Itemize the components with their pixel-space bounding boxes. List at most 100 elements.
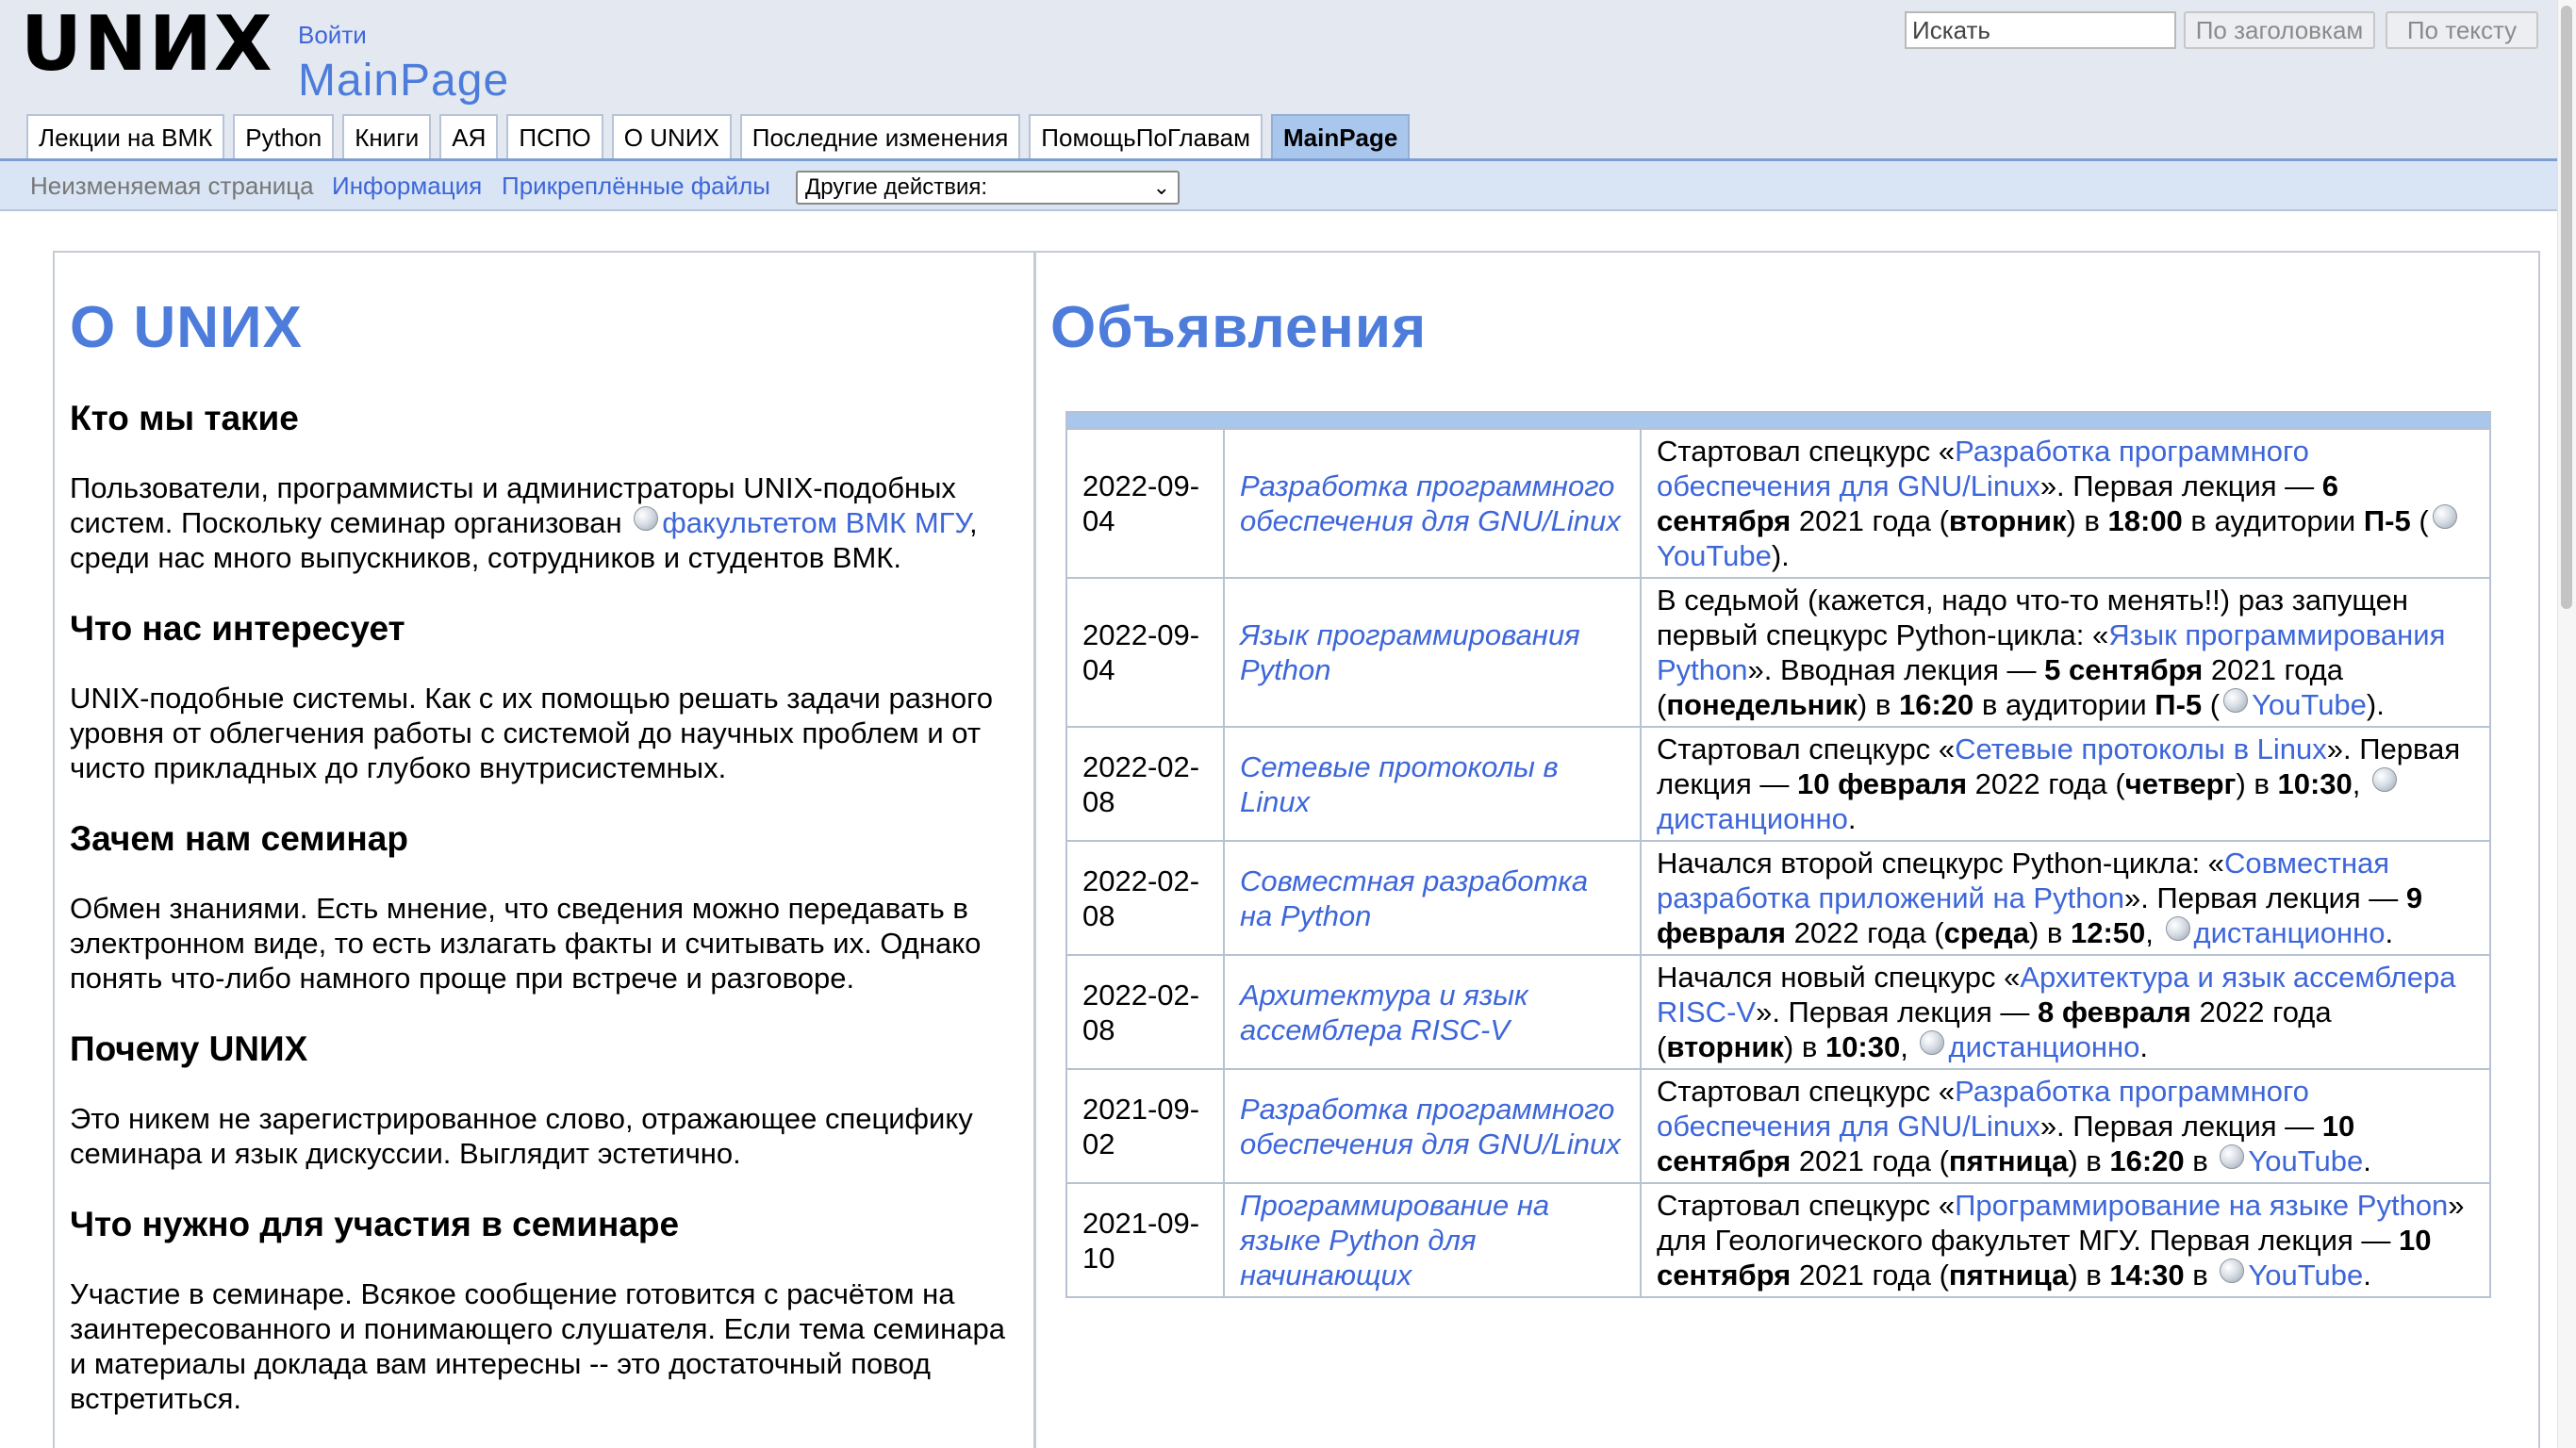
globe-icon bbox=[2372, 767, 2398, 792]
inline-link[interactable]: дистанционно bbox=[1948, 1030, 2139, 1063]
tab-aya[interactable]: АЯ bbox=[439, 114, 499, 159]
inline-link[interactable]: Программирование на языке Python bbox=[1955, 1189, 2448, 1222]
info-link[interactable]: Информация bbox=[332, 172, 482, 201]
text-fragment: Обмен знаниями. Есть мнение, что сведени… bbox=[70, 892, 982, 995]
text-fragment: ». Первая лекция — bbox=[2123, 881, 2406, 914]
page: UNИX Войти MainPage По заголовкам По тек… bbox=[0, 0, 2576, 1448]
announcement-text: Стартовал спецкурс «Сетевые протоколы в … bbox=[1640, 726, 2491, 842]
announcement-date: 2021-09-02 bbox=[1065, 1068, 1225, 1184]
inline-link[interactable]: Сетевые протоколы в Linux bbox=[1955, 732, 2327, 765]
attachments-link[interactable]: Прикреплённые файлы bbox=[502, 172, 770, 201]
bold-text: среда bbox=[1943, 916, 2029, 949]
text-fragment: UNIX-подобные системы. Как с их помощью … bbox=[70, 682, 994, 784]
tab-lectures-vmk[interactable]: Лекции на ВМК bbox=[26, 114, 225, 159]
tab-help-by-chapter[interactable]: ПомощьПоГлавам bbox=[1029, 114, 1263, 159]
text-fragment: ). bbox=[2366, 688, 2385, 721]
table-row: 2022-02-08 Сетевые протоколы в Linux Старт… bbox=[1065, 726, 2491, 842]
bold-text: 10:30 bbox=[1825, 1030, 1901, 1063]
text-fragment: Это никем не зарегистрированное слово, о… bbox=[70, 1102, 973, 1170]
text-fragment: в аудитории bbox=[2182, 504, 2364, 537]
section-heading: Почему UNИX bbox=[70, 1029, 308, 1068]
text-fragment: ) в bbox=[2068, 1259, 2110, 1292]
tab-mainpage[interactable]: MainPage bbox=[1270, 114, 1411, 159]
text-fragment: ». Первая лекция — bbox=[2039, 1110, 2322, 1143]
announcements-table: 2022-09-04 Разработка программного обеспе… bbox=[1065, 428, 2491, 1298]
course-link[interactable]: Архитектура и язык ассемблера RISC-V bbox=[1240, 979, 1528, 1046]
inline-link[interactable]: факультетом ВМК МГУ bbox=[662, 506, 969, 539]
course-link[interactable]: Разработка программного обеспечения для … bbox=[1240, 1093, 1621, 1160]
globe-icon bbox=[2165, 916, 2190, 941]
page-title[interactable]: MainPage bbox=[298, 55, 509, 107]
section-heading: Зачем нам семинар bbox=[70, 819, 408, 858]
section-paragraph: Пользователи, программисты и администрат… bbox=[70, 470, 1022, 575]
text-fragment: ) в bbox=[2028, 916, 2071, 949]
globe-icon bbox=[2432, 504, 2457, 529]
header: UNИX Войти MainPage По заголовкам По тек… bbox=[0, 0, 2557, 161]
announcement-text: Стартовал спецкурс «Разработка программн… bbox=[1640, 428, 2491, 579]
course-link[interactable]: Программирование на языке Python для нач… bbox=[1240, 1189, 1549, 1292]
announcement-text: В седьмой (кажется, надо что-то менять!!… bbox=[1640, 577, 2491, 728]
announcement-date: 2022-09-04 bbox=[1065, 428, 1225, 579]
inline-link[interactable]: дистанционно bbox=[2194, 916, 2386, 949]
chevron-down-icon: ⌄ bbox=[1152, 175, 1170, 199]
about-sections: Кто мы такие Пользователи, программисты и… bbox=[70, 399, 1022, 1416]
section-paragraph: Участие в семинаре. Всякое сообщение гот… bbox=[70, 1276, 1022, 1416]
tab-python[interactable]: Python bbox=[233, 114, 335, 159]
course-link[interactable]: Сетевые протоколы в Linux bbox=[1240, 750, 1559, 818]
text-fragment: Стартовал спецкурс « bbox=[1657, 1075, 1956, 1108]
tab-pspo[interactable]: ПСПО bbox=[506, 114, 603, 159]
section-heading: Что нас интересует bbox=[70, 609, 405, 648]
table-row: 2022-02-08 Совместная разработка на Pytho… bbox=[1065, 840, 2491, 956]
bold-text: 18:00 bbox=[2107, 504, 2183, 537]
section-heading: Что нужно для участия в семинаре bbox=[70, 1205, 680, 1243]
inline-link[interactable]: YouTube bbox=[2248, 1259, 2363, 1292]
text-fragment: 2021 года ( bbox=[1791, 504, 1949, 537]
search-titles-button[interactable]: По заголовкам bbox=[2184, 11, 2375, 49]
tab-about-unix[interactable]: О UNИX bbox=[611, 114, 732, 159]
bold-text: 12:50 bbox=[2071, 916, 2146, 949]
bold-text: четверг bbox=[2124, 767, 2237, 800]
course-link[interactable]: Совместная разработка на Python bbox=[1240, 864, 1588, 932]
text-fragment: ) в bbox=[1857, 688, 1899, 721]
announcement-text: Стартовал спецкурс «Разработка программн… bbox=[1640, 1068, 2491, 1184]
globe-icon bbox=[634, 506, 659, 531]
text-fragment: Начался новый спецкурс « bbox=[1657, 961, 2021, 994]
course-link-cell: Разработка программного обеспечения для … bbox=[1223, 428, 1642, 579]
scrollbar-thumb[interactable] bbox=[2561, 6, 2572, 609]
search-input[interactable] bbox=[1905, 11, 2176, 49]
announcement-date: 2022-09-04 bbox=[1065, 577, 1225, 728]
bold-text: 16:20 bbox=[2109, 1144, 2185, 1177]
table-row: 2022-09-04 Разработка программного обеспе… bbox=[1065, 428, 2491, 579]
section-paragraph: UNIX-подобные системы. Как с их помощью … bbox=[70, 681, 1022, 785]
course-link[interactable]: Разработка программного обеспечения для … bbox=[1240, 469, 1621, 537]
tab-bar: Лекции на ВМК Python Книги АЯ ПСПО О UNИ… bbox=[26, 114, 1411, 161]
text-fragment: 2022 года ( bbox=[1785, 916, 1944, 949]
search-text-button[interactable]: По тексту bbox=[2386, 11, 2538, 49]
text-fragment: ). bbox=[1771, 539, 1790, 572]
inline-link[interactable]: дистанционно bbox=[1657, 802, 1848, 835]
course-link-cell: Совместная разработка на Python bbox=[1223, 840, 1642, 956]
text-fragment: , bbox=[2352, 767, 2370, 800]
site-logo[interactable]: UNИX bbox=[21, 2, 274, 87]
other-actions-select[interactable]: Другие действия: ⌄ bbox=[796, 171, 1180, 205]
page-actions-bar: Неизменяемая страница Информация Прикреп… bbox=[0, 161, 2557, 211]
bold-text: пятница bbox=[1948, 1259, 2069, 1292]
text-fragment: ) в bbox=[2068, 1144, 2110, 1177]
course-link-cell: Сетевые протоколы в Linux bbox=[1223, 726, 1642, 842]
announcement-text: Стартовал спецкурс «Программирование на … bbox=[1640, 1182, 2491, 1298]
announcement-date: 2022-02-08 bbox=[1065, 840, 1225, 956]
text-fragment: ) в bbox=[2236, 767, 2278, 800]
login-link[interactable]: Войти bbox=[298, 21, 367, 50]
inline-link[interactable]: YouTube bbox=[2248, 1144, 2363, 1177]
announcements-heading: Объявления bbox=[1050, 295, 1428, 360]
tab-recent-changes[interactable]: Последние изменения bbox=[739, 114, 1021, 159]
text-fragment: в bbox=[2184, 1259, 2217, 1292]
inline-link[interactable]: YouTube bbox=[2252, 688, 2367, 721]
bold-text: П-5 bbox=[2363, 504, 2411, 537]
course-link[interactable]: Язык программирования Python bbox=[1240, 618, 1580, 686]
inline-link[interactable]: YouTube bbox=[1657, 539, 1772, 572]
tab-books[interactable]: Книги bbox=[342, 114, 432, 159]
text-fragment: . bbox=[2363, 1259, 2371, 1292]
column-divider bbox=[1033, 251, 1036, 1448]
announcement-text: Начался новый спецкурс «Архитектура и яз… bbox=[1640, 954, 2491, 1070]
